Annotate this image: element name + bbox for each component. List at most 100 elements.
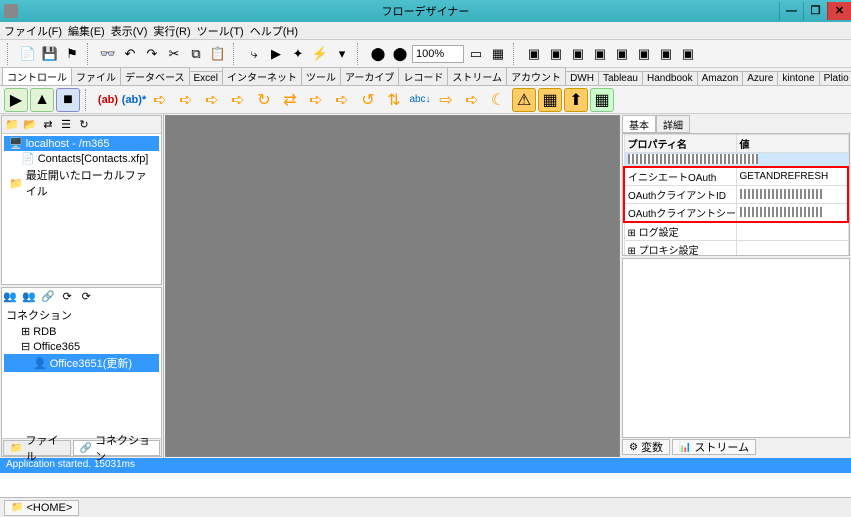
redo-icon[interactable]: ↷ [142,44,162,64]
puzzle2-icon[interactable]: ▣ [546,44,566,64]
fit-icon[interactable]: ▦ [488,44,508,64]
category-tab-9[interactable]: アカウント [506,67,566,85]
left-tab-file[interactable]: 📁 ファイル [3,440,71,456]
menu-help[interactable]: ヘルプ(H) [250,23,298,39]
puzzle8-icon[interactable]: ▣ [678,44,698,64]
conn-icon1[interactable]: 👥 [2,288,18,304]
category-tab-14[interactable]: Azure [742,71,778,85]
right-tab-stream[interactable]: 📊 ストリーム [672,439,756,455]
conn-icon4[interactable]: ⟳ [59,288,75,304]
maximize-button[interactable]: ❐ [803,2,827,20]
property-row[interactable]: イニシエートOAuthGETANDREFRESH [624,167,848,186]
pause-icon[interactable]: ⬤ [390,44,410,64]
dropdown-icon[interactable]: ▾ [332,44,352,64]
record-icon[interactable]: ⬤ [368,44,388,64]
warn-icon[interactable]: ⚠ [512,88,536,112]
moon-icon[interactable]: ☾ [486,88,510,112]
prop-tab-basic[interactable]: 基本 [622,115,656,133]
minimize-button[interactable]: — [779,2,803,20]
category-tab-4[interactable]: インターネット [222,67,302,85]
menu-tool[interactable]: ツール(T) [197,23,244,39]
box2-icon[interactable]: ⬆ [564,88,588,112]
puzzle1-icon[interactable]: ▣ [524,44,544,64]
category-tab-11[interactable]: Tableau [598,71,643,85]
conn-icon3[interactable]: 🔗 [40,288,56,304]
abc-down-icon[interactable]: abc↓ [408,88,432,112]
menu-edit[interactable]: 編集(E) [68,23,105,39]
puzzle3-icon[interactable]: ▣ [568,44,588,64]
menu-file[interactable]: ファイル(F) [4,23,62,39]
step-in-icon[interactable]: ⤷ [244,44,264,64]
save-icon[interactable]: 💾 [40,44,60,64]
play-icon[interactable]: ▶ [266,44,286,64]
property-grid[interactable]: プロパティ名値 イニシエートOAuthGETANDREFRESHOAuthクライ… [622,133,850,256]
ab-icon[interactable]: (ab) [96,88,120,112]
search-icon[interactable]: 👓 [98,44,118,64]
category-tab-16[interactable]: Platio [819,71,851,85]
category-tab-1[interactable]: ファイル [71,67,121,85]
category-tab-2[interactable]: データベース [120,67,190,85]
browser-icon5[interactable]: ↻ [76,117,92,133]
arrow4-icon[interactable]: ➪ [226,88,250,112]
category-tab-8[interactable]: ストリーム [447,67,507,85]
design-canvas[interactable] [165,115,620,457]
sort-icon[interactable]: ⇅ [382,88,406,112]
arrow1-icon[interactable]: ➪ [148,88,172,112]
conn-icon2[interactable]: 👥 [21,288,37,304]
menu-run[interactable]: 実行(R) [153,23,190,39]
puzzle7-icon[interactable]: ▣ [656,44,676,64]
browser-item[interactable]: 🖥️localhost - /m365 [4,136,159,151]
arrow2-icon[interactable]: ➪ [174,88,198,112]
category-tab-13[interactable]: Amazon [697,71,744,85]
ab2-icon[interactable]: (ab)* [122,88,146,112]
menu-view[interactable]: 表示(V) [111,23,148,39]
bolt-icon[interactable]: ⚡ [310,44,330,64]
category-tab-0[interactable]: コントロール [2,67,72,85]
connections-root[interactable]: コネクション [4,306,159,324]
property-row[interactable]: OAuthクライアントID [624,185,848,203]
cut-icon[interactable]: ✂ [164,44,184,64]
category-tab-3[interactable]: Excel [189,71,223,85]
comp-green1-icon[interactable]: ▶ [4,88,28,112]
loop2-icon[interactable]: ↺ [356,88,380,112]
category-tab-5[interactable]: ツール [301,67,341,85]
category-tab-12[interactable]: Handbook [642,71,698,85]
undo-icon[interactable]: ↶ [120,44,140,64]
flag-icon[interactable]: ⚑ [62,44,82,64]
puzzle4-icon[interactable]: ▣ [590,44,610,64]
wand-icon[interactable]: ✦ [288,44,308,64]
arrows-icon[interactable]: ⇄ [278,88,302,112]
category-tab-6[interactable]: アーカイブ [340,67,399,85]
property-row[interactable]: ⊞ ログ設定 [624,222,848,241]
arrow5-icon[interactable]: ➪ [304,88,328,112]
conn-icon5[interactable]: ⟳ [78,288,94,304]
arrow3-icon[interactable]: ➪ [200,88,224,112]
connection-item[interactable]: ⊟Office365 [4,339,159,354]
arrow7-icon[interactable]: ➪ [460,88,484,112]
category-tab-7[interactable]: レコード [398,67,448,85]
property-row[interactable]: OAuthクライアントシーク... [624,203,848,222]
prop-tab-detail[interactable]: 詳細 [656,115,690,133]
loop-icon[interactable]: ↻ [252,88,276,112]
connection-item[interactable]: 👤Office3651(更新) [4,354,159,372]
connection-item[interactable]: ⊞RDB [4,324,159,339]
paste-icon[interactable]: 📋 [208,44,228,64]
box1-icon[interactable]: ▦ [538,88,562,112]
new-icon[interactable]: 📄 [18,44,38,64]
puzzle5-icon[interactable]: ▣ [612,44,632,64]
category-tab-15[interactable]: kintone [777,71,819,85]
puzzle6-icon[interactable]: ▣ [634,44,654,64]
copy-icon[interactable]: ⧉ [186,44,206,64]
comp-green2-icon[interactable]: ▲ [30,88,54,112]
home-chip[interactable]: 📁 <HOME> [4,500,79,516]
right-tab-vars[interactable]: ⚙ 変数 [622,439,670,455]
arrow6-icon[interactable]: ➪ [330,88,354,112]
zoom-field[interactable]: 100% [412,45,464,63]
link-icon[interactable]: ⇨ [434,88,458,112]
close-button[interactable]: ✕ [827,2,851,20]
browser-icon1[interactable]: 📁 [4,117,20,133]
property-row[interactable]: ⊞ プロキシ設定 [624,240,848,256]
final-icon[interactable]: ▦ [590,88,614,112]
comp-blue-icon[interactable]: ■ [56,88,80,112]
browser-icon3[interactable]: ⇄ [40,117,56,133]
